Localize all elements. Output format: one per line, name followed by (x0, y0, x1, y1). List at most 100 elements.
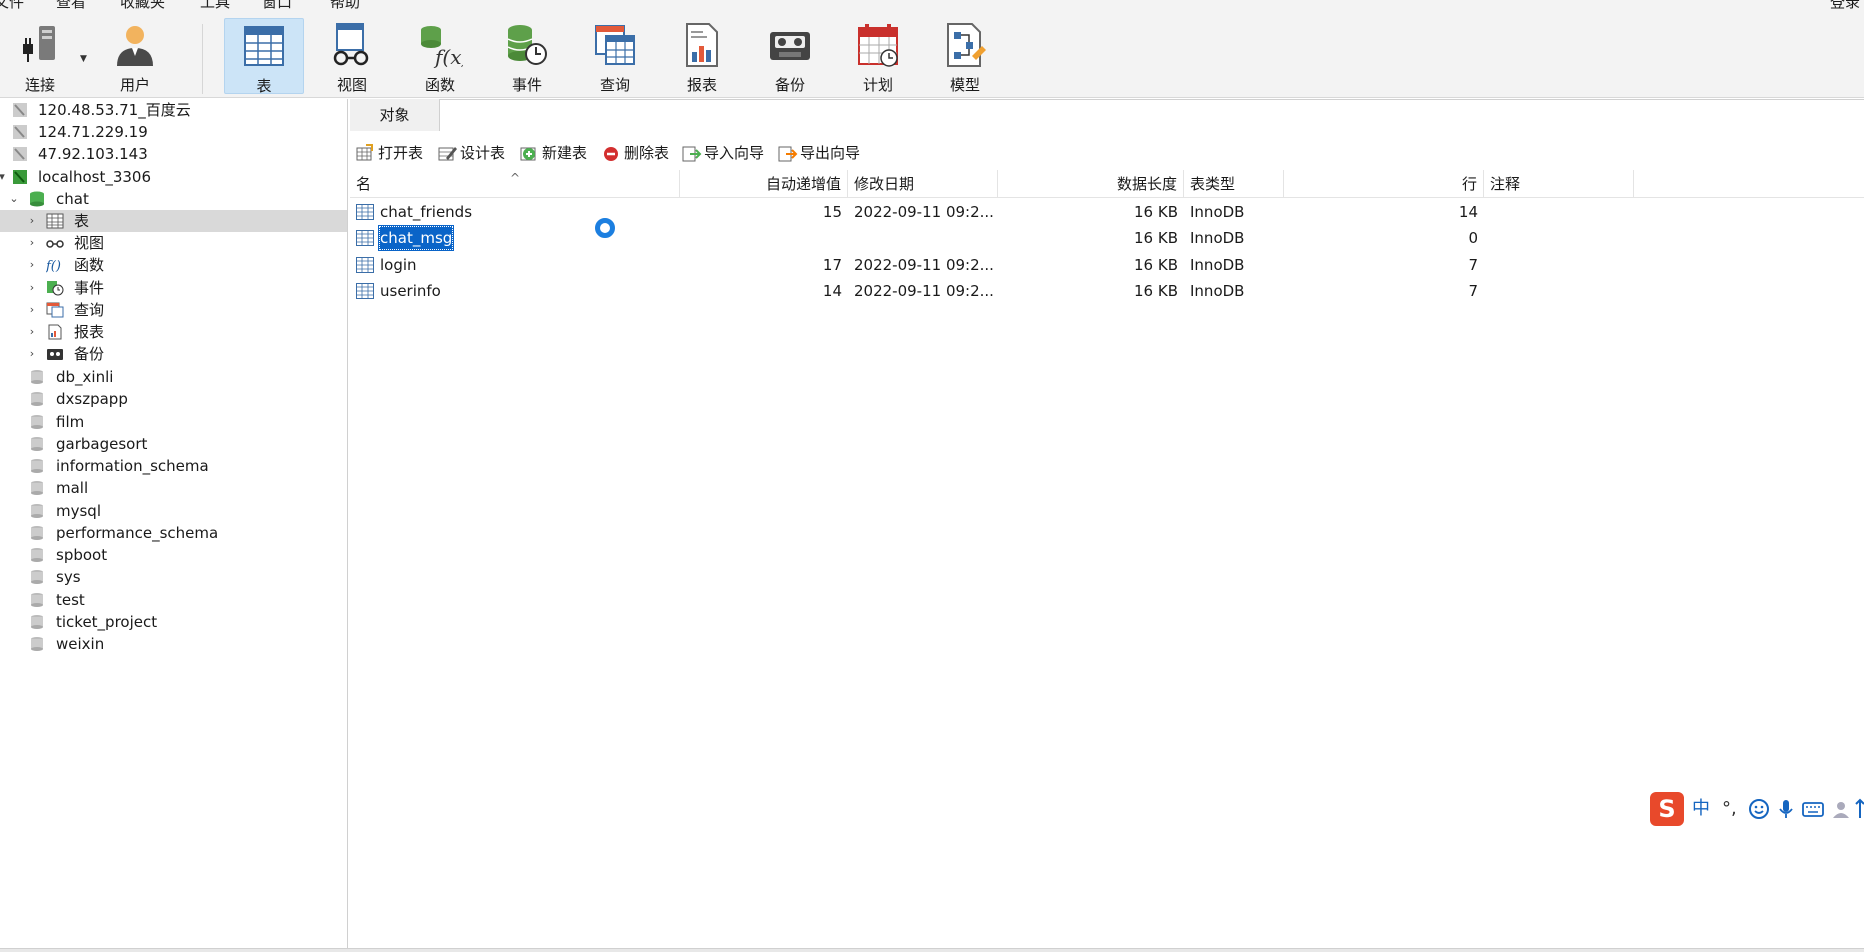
tree-database[interactable]: weixin (0, 633, 347, 655)
connection-inactive-icon (13, 103, 27, 117)
toolbar-view-button[interactable]: 视图 (312, 18, 392, 94)
cell-rows: 7 (1468, 282, 1478, 300)
menu-login[interactable]: 登录 (1830, 0, 1860, 12)
menu-tools[interactable]: 工具 (200, 0, 230, 12)
ime-punctuation-toggle[interactable]: °, (1722, 796, 1737, 822)
database-icon (31, 415, 43, 429)
backup-tape-icon (47, 349, 63, 360)
chevron-down-icon[interactable]: ▾ (0, 166, 8, 188)
menu-view[interactable]: 查看 (56, 0, 86, 12)
toolbar-table-button[interactable]: 表 (224, 18, 304, 95)
chevron-down-icon[interactable]: ⌄ (8, 188, 20, 210)
tree-item-queries[interactable]: › 查询 (0, 299, 347, 321)
connection-plug-icon (23, 26, 55, 62)
tree-database[interactable]: garbagesort (0, 433, 347, 455)
tree-database[interactable]: sys (0, 566, 347, 588)
cell-modified-date (848, 225, 998, 251)
tree-item-events[interactable]: › 事件 (0, 277, 347, 299)
cell-rows: 14 (1458, 203, 1478, 221)
menu-window[interactable]: 窗口 (262, 0, 292, 12)
cell-rows: 0 (1468, 229, 1478, 247)
chevron-right-icon[interactable]: › (26, 321, 38, 343)
database-icon (31, 637, 43, 651)
tree-database[interactable]: ticket_project (0, 611, 347, 633)
tree-item-views[interactable]: › 视图 (0, 232, 347, 254)
chevron-right-icon[interactable]: › (26, 232, 38, 254)
tree-database[interactable]: mysql (0, 500, 347, 522)
tree-connection-active[interactable]: ▾ localhost_3306 (0, 166, 347, 188)
view-glasses-icon (333, 23, 369, 66)
chevron-right-icon[interactable]: › (26, 277, 38, 299)
column-header-engine[interactable]: 表类型 (1184, 170, 1284, 198)
toolbar-backup-button[interactable]: 备份 (750, 18, 830, 94)
tree-database[interactable]: test (0, 589, 347, 611)
table-row[interactable]: chat_friends 15 2022-09-11 09:2... 16 KB… (350, 199, 1864, 225)
toolbar-model-button[interactable]: 模型 (925, 18, 1005, 94)
chevron-down-icon[interactable]: ▼ (80, 54, 87, 64)
chevron-right-icon[interactable]: › (26, 254, 38, 276)
query-icon (46, 302, 64, 318)
tree-database[interactable]: spboot (0, 544, 347, 566)
column-header-rows[interactable]: 行 (1284, 170, 1484, 198)
tree-connection[interactable]: 47.92.103.143 (0, 143, 347, 165)
toolbar-connection-button[interactable]: 连接 (0, 18, 80, 94)
table-row-selected[interactable]: chat_msg 16 KB InnoDB 0 (350, 225, 1864, 251)
tree-database[interactable]: mall (0, 477, 347, 499)
tree-database[interactable]: dxszpapp (0, 388, 347, 410)
toolbar-schedule-button[interactable]: 计划 (838, 18, 918, 94)
tree-database[interactable]: film (0, 411, 347, 433)
tree-database[interactable]: information_schema (0, 455, 347, 477)
column-header-modified-date[interactable]: 修改日期 (848, 170, 998, 198)
ime-logo[interactable]: S (1650, 792, 1684, 826)
cell-name: chat_msg (350, 225, 680, 251)
chevron-right-icon[interactable]: › (26, 343, 38, 365)
database-open-icon (30, 191, 44, 207)
chevron-right-icon[interactable]: › (26, 299, 38, 321)
connection-active-icon (13, 170, 27, 184)
tree-connection[interactable]: 124.71.229.19 (0, 121, 347, 143)
cell-auto-increment: 15 (822, 203, 842, 221)
tree-item-tables[interactable]: › 表 (0, 210, 347, 232)
delete-table-icon (604, 147, 618, 161)
tree-item-backups[interactable]: › 备份 (0, 343, 347, 365)
column-header-auto-increment[interactable]: 自动递增值 (680, 170, 848, 198)
tree-database-open[interactable]: ⌄ chat (0, 188, 347, 210)
tree-database[interactable]: performance_schema (0, 522, 347, 544)
menu-help[interactable]: 帮助 (330, 0, 360, 12)
svg-text:f(): f() (46, 259, 61, 273)
toolbar-function-button[interactable]: f(x) 函数 (400, 18, 480, 94)
toolbar-report-button[interactable]: 报表 (662, 18, 742, 94)
microphone-icon[interactable] (1776, 798, 1796, 820)
tree-connection[interactable]: 120.48.53.71_百度云 (0, 99, 347, 121)
skin-icon[interactable] (1830, 798, 1852, 820)
main-toolbar: 连接 ▼ 用户 表 视图 f(x) (0, 14, 1864, 98)
tree-database[interactable]: db_xinli (0, 366, 347, 388)
keyboard-icon[interactable] (1802, 798, 1824, 820)
tree-item-reports[interactable]: › 报表 (0, 321, 347, 343)
toolbar-user-button[interactable]: 用户 (95, 18, 175, 94)
chevron-right-icon[interactable]: › (26, 210, 38, 232)
column-header-comment[interactable]: 注释 (1484, 170, 1634, 198)
toolbar-view-label: 视图 (336, 76, 367, 94)
tab-objects[interactable]: 对象 (350, 99, 440, 131)
ime-mode-toggle[interactable]: 中 (1692, 796, 1710, 822)
table-icon (244, 26, 284, 66)
menu-favorites[interactable]: 收藏夹 (120, 0, 165, 12)
column-header-data-length[interactable]: 数据长度 (998, 170, 1184, 198)
emoji-icon[interactable] (1748, 798, 1770, 820)
arrow-icon[interactable] (1854, 798, 1864, 820)
cell-data-length: 16 KB (1134, 282, 1178, 300)
menu-file[interactable]: 文件 (0, 0, 24, 12)
table-icon (356, 283, 374, 299)
toolbar-event-button[interactable]: 事件 (487, 18, 567, 94)
toolbar-connection-label: 连接 (24, 76, 55, 94)
connection-inactive-icon (13, 125, 27, 139)
database-icon (31, 481, 43, 495)
column-header-name[interactable]: 名 ^ (350, 170, 680, 198)
table-row[interactable]: login 17 2022-09-11 09:2... 16 KB InnoDB… (350, 252, 1864, 278)
table-row[interactable]: userinfo 14 2022-09-11 09:2... 16 KB Inn… (350, 278, 1864, 304)
event-clock-icon (47, 281, 64, 296)
toolbar-query-button[interactable]: 查询 (575, 18, 655, 94)
toolbar-divider (202, 24, 203, 94)
tree-item-functions[interactable]: › f() 函数 (0, 254, 347, 276)
